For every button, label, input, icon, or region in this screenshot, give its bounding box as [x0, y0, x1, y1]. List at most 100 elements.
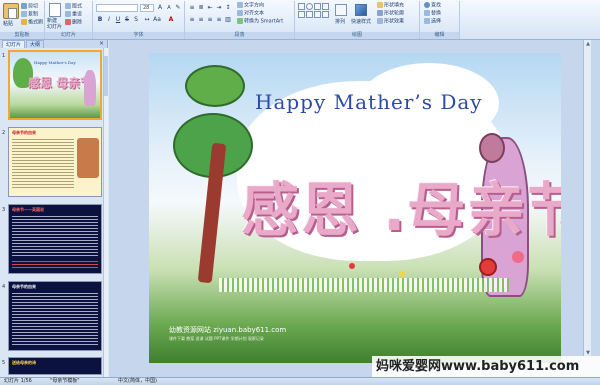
- text-direction-label: 文字方向: [244, 2, 265, 9]
- align-text-label: 对齐文本: [244, 10, 265, 17]
- align-right-icon[interactable]: ≡: [206, 16, 214, 24]
- change-case-button[interactable]: Aa: [153, 16, 161, 24]
- slide-canvas: Happy Mather’s Day 感恩 .母亲节 幼教资源网站 ziyuan…: [109, 40, 600, 377]
- copy-button[interactable]: 复制: [21, 11, 38, 19]
- delete-icon: [65, 19, 71, 25]
- shadow-button[interactable]: S: [132, 16, 140, 24]
- shape-more-icon[interactable]: [322, 11, 329, 18]
- shape-triangle-icon[interactable]: [298, 11, 305, 18]
- align-left-icon[interactable]: ≡: [188, 16, 196, 24]
- arrange-icon[interactable]: [335, 4, 347, 16]
- layout-button[interactable]: 版式: [65, 3, 82, 11]
- bullets-icon[interactable]: ≡: [188, 4, 196, 12]
- find-button[interactable]: 查找: [424, 2, 441, 10]
- thumb-cn-title: 感恩 母亲节: [28, 76, 93, 90]
- font-color-button[interactable]: A: [167, 16, 175, 24]
- numbering-icon[interactable]: ≣: [197, 4, 205, 12]
- slide-thumbnail-2[interactable]: 母亲节的由来: [8, 127, 102, 197]
- tab-outline[interactable]: 大纲: [26, 40, 45, 48]
- replace-button[interactable]: 替换: [424, 10, 441, 18]
- clear-format-icon[interactable]: ✎: [174, 4, 182, 12]
- new-slide-icon[interactable]: [49, 3, 61, 17]
- slide-thumbnail-5[interactable]: 送给母亲的诗: [8, 357, 102, 375]
- select-button[interactable]: 选择: [424, 18, 441, 26]
- shape-callout-icon[interactable]: [314, 11, 321, 18]
- outline-icon: [377, 10, 383, 16]
- reset-icon: [65, 11, 71, 17]
- thumb-number: 3: [2, 207, 6, 213]
- slide-title[interactable]: Happy Mather’s Day: [255, 90, 483, 114]
- convert-smartart-button[interactable]: 转换为 SmartArt: [237, 18, 283, 26]
- font-name-select[interactable]: [96, 4, 138, 12]
- editing-group: 查找 替换 选择 编辑: [420, 1, 460, 39]
- quick-styles-icon[interactable]: [355, 4, 367, 16]
- group-label: 剪贴板: [0, 32, 44, 39]
- slide-thumbnail-3[interactable]: 母亲节——英国说: [8, 204, 102, 274]
- slide[interactable]: Happy Mather’s Day 感恩 .母亲节 幼教资源网站 ziyuan…: [149, 53, 561, 363]
- close-panel-icon[interactable]: ×: [99, 40, 104, 48]
- align-text-icon: [237, 10, 243, 16]
- shape-rectangle-icon[interactable]: [298, 3, 305, 10]
- shrink-font-button[interactable]: A: [165, 4, 173, 12]
- group-label: 幻灯片: [45, 32, 92, 39]
- fill-icon: [377, 2, 383, 8]
- mother-figure-image: [84, 70, 96, 106]
- bold-button[interactable]: B: [96, 16, 104, 24]
- font-group: 28 A A ✎ B I U S S ↔ Aa A 字体: [93, 1, 185, 39]
- slide-thumbnail-4[interactable]: 母亲节的由来: [8, 281, 102, 351]
- thumb-heading: 母亲节的由来: [12, 284, 36, 289]
- paste-icon[interactable]: [3, 3, 19, 19]
- status-slide-info: 幻灯片 1/56: [4, 378, 32, 384]
- thumb-text-lines: [12, 214, 98, 256]
- flower-image: [349, 263, 355, 269]
- status-language[interactable]: 中文(简体，中国): [118, 378, 157, 385]
- grow-font-button[interactable]: A: [156, 4, 164, 12]
- shape-outline-label: 形状轮廓: [384, 10, 405, 17]
- reset-button[interactable]: 重设: [65, 11, 82, 19]
- line-spacing-icon[interactable]: ↕: [224, 4, 232, 12]
- slide-cn-title[interactable]: 感恩 .母亲节: [241, 163, 561, 247]
- copy-icon: [21, 11, 27, 17]
- increase-indent-icon[interactable]: ⇥: [215, 4, 223, 12]
- new-slide-button[interactable]: 新建 幻灯片: [47, 18, 62, 30]
- char-spacing-button[interactable]: ↔: [143, 16, 151, 24]
- smartart-icon: [237, 18, 243, 24]
- tab-slides[interactable]: 幻灯片: [2, 40, 26, 48]
- shape-outline-button[interactable]: 形状轮廓: [377, 10, 404, 18]
- arrange-button[interactable]: 排列: [335, 19, 345, 26]
- shape-fill-button[interactable]: 形状填充: [377, 2, 404, 10]
- cut-button[interactable]: 剪切: [21, 3, 38, 11]
- align-center-icon[interactable]: ≡: [197, 16, 205, 24]
- panel-scrollbar[interactable]: [103, 48, 108, 377]
- select-label: 选择: [431, 18, 442, 25]
- thumb-number: 4: [2, 284, 6, 290]
- columns-icon[interactable]: ▥: [224, 16, 232, 24]
- align-text-button[interactable]: 对齐文本: [237, 10, 264, 18]
- underline-button[interactable]: U: [114, 16, 122, 24]
- text-direction-button[interactable]: 文字方向: [237, 2, 264, 10]
- slide-scrollbar[interactable]: ▲ ▼: [583, 40, 591, 357]
- shape-arrow-icon[interactable]: [322, 3, 329, 10]
- layout-icon: [65, 3, 71, 9]
- group-label: 段落: [185, 32, 294, 39]
- delete-button[interactable]: 删除: [65, 19, 82, 27]
- shape-oval-icon[interactable]: [306, 3, 313, 10]
- reset-label: 重设: [72, 11, 83, 18]
- panel-scroll-thumb[interactable]: [104, 56, 108, 96]
- font-size-select[interactable]: 28: [140, 4, 154, 12]
- italic-button[interactable]: I: [105, 16, 113, 24]
- shape-star-icon[interactable]: [306, 11, 313, 18]
- panel-tabs: 幻灯片 大纲 ×: [0, 40, 107, 48]
- decrease-indent-icon[interactable]: ⇤: [206, 4, 214, 12]
- strikethrough-button[interactable]: S: [123, 16, 131, 24]
- format-painter-button[interactable]: 格式刷: [21, 19, 43, 27]
- grass-image: [219, 278, 509, 292]
- shape-line-icon[interactable]: [314, 3, 321, 10]
- justify-icon[interactable]: ≡: [215, 16, 223, 24]
- shape-effects-button[interactable]: 形状效果: [377, 18, 404, 26]
- slide-thumbnail-1[interactable]: Happy Mather's Day 感恩 母亲节: [8, 50, 102, 120]
- paste-button[interactable]: 粘贴: [3, 21, 13, 28]
- tree-crown-image: [185, 65, 245, 107]
- quick-styles-button[interactable]: 快速样式: [351, 19, 371, 26]
- scroll-up-icon[interactable]: ▲: [584, 40, 592, 48]
